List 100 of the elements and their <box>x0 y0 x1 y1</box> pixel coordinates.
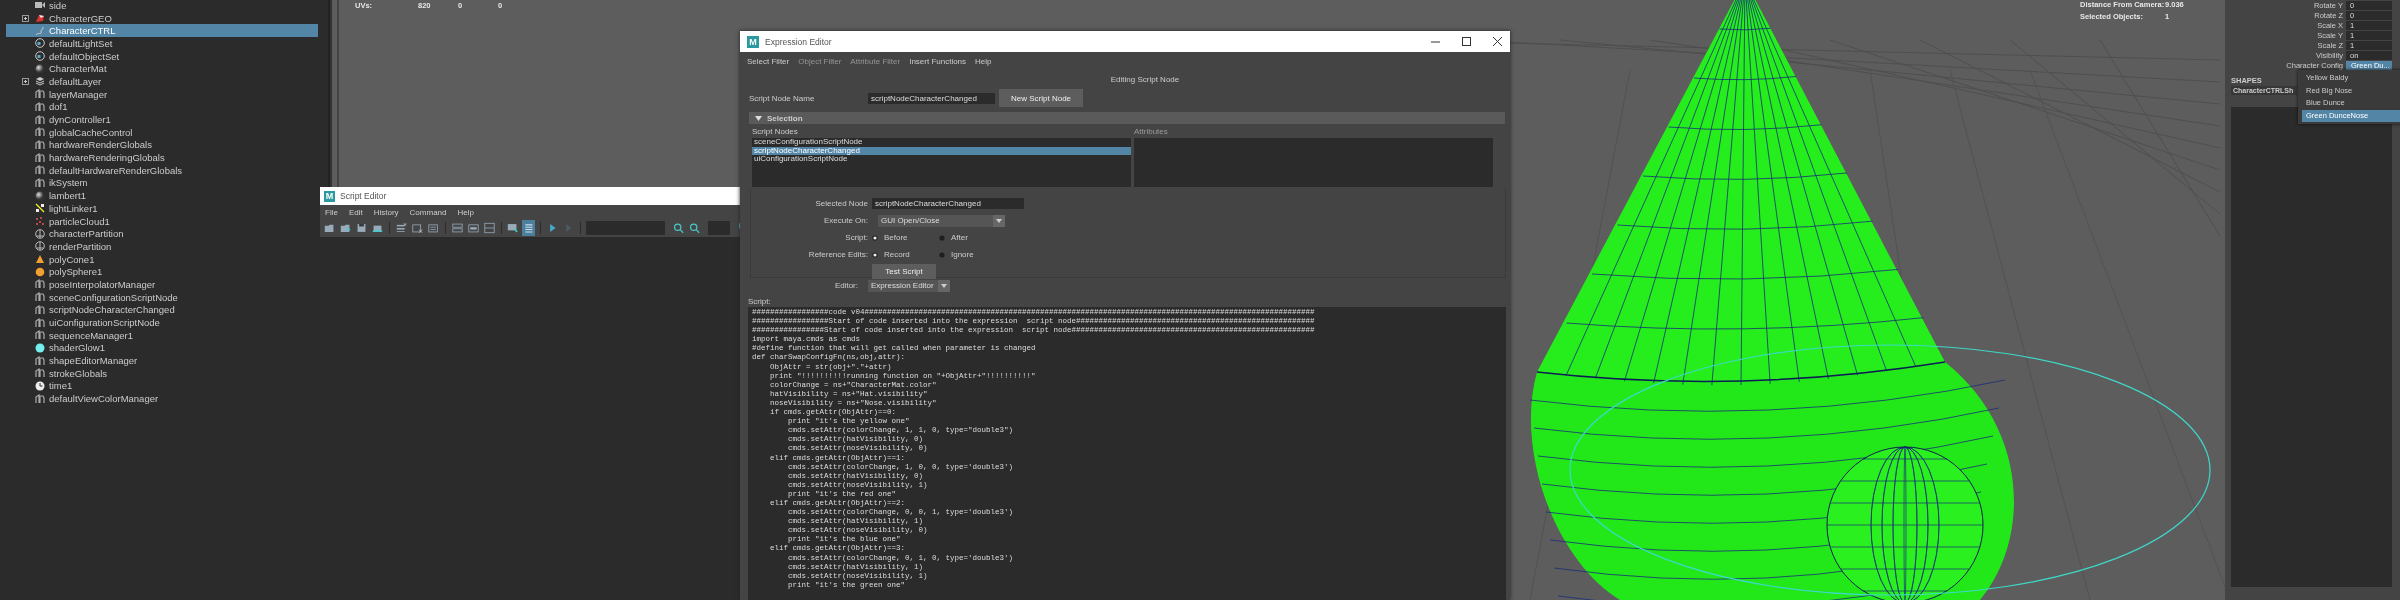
outliner-item[interactable]: CharacterGEO <box>6 11 318 25</box>
node-icon <box>35 177 45 188</box>
menu-item[interactable]: Select Filter <box>747 57 790 66</box>
radio-option[interactable]: Before <box>872 233 939 242</box>
window-title: Expression Editor <box>765 36 832 47</box>
field-label: Script Node Name <box>749 93 816 103</box>
outliner-item[interactable]: ikSystem <box>6 176 318 190</box>
triangle-icon[interactable] <box>755 114 762 122</box>
test-script-button[interactable]: Test Script <box>872 264 936 279</box>
outliner-item[interactable]: side <box>6 0 318 12</box>
outliner-item[interactable]: defaultLightSet <box>6 37 318 50</box>
expand-icon[interactable] <box>21 77 29 85</box>
execute-on-dropdown[interactable]: GUI Open/Close <box>878 214 1005 227</box>
field-label: Execute On: <box>822 216 868 225</box>
outliner-item[interactable]: polyCone1 <box>6 252 318 266</box>
node-icon <box>35 152 45 163</box>
layer-icon <box>35 76 45 87</box>
code-editor[interactable] <box>748 307 1506 600</box>
caret-icon <box>993 214 1005 227</box>
outliner-item[interactable]: CharacterMat <box>6 62 318 76</box>
control-curve[interactable] <box>1569 344 2211 596</box>
outliner-item[interactable]: defaultLayer <box>6 75 318 88</box>
outliner-item[interactable]: globalCacheControl <box>6 125 318 139</box>
zoom-icon[interactable] <box>671 220 685 236</box>
linker-icon <box>35 203 45 214</box>
menu-item[interactable]: Insert Functions <box>909 57 967 66</box>
outliner-item[interactable]: lambert1 <box>6 189 318 202</box>
outliner-item[interactable]: dof1 <box>6 100 318 114</box>
camera-icon <box>35 0 45 11</box>
editor-dropdown[interactable]: Expression Editor <box>868 279 950 292</box>
outliner-item[interactable]: polySphere1 <box>6 265 318 279</box>
outliner-item[interactable]: layerManager <box>6 87 318 101</box>
radio-option[interactable]: After <box>939 233 1006 242</box>
shaded-ball-icon <box>35 190 45 201</box>
outliner-item[interactable]: shapeEditorManager <box>6 354 318 367</box>
outliner-item[interactable]: strokeGlobals <box>6 366 318 380</box>
outliner-item[interactable]: characterPartition <box>6 227 318 241</box>
list-icon[interactable] <box>522 220 536 236</box>
script-label: Script: <box>748 297 771 306</box>
list-item[interactable]: sceneConfigurationScriptNode <box>752 138 1131 147</box>
node-icon <box>35 89 45 100</box>
search-field[interactable] <box>585 221 665 235</box>
section-header[interactable]: Selection <box>749 112 1505 124</box>
list-item[interactable]: uiConfigurationScriptNode <box>752 155 1131 164</box>
input-field[interactable] <box>707 221 730 235</box>
menu-item[interactable]: Help <box>975 57 992 66</box>
outliner-item[interactable]: CharacterCTRL <box>6 24 318 38</box>
node-icon <box>35 139 45 150</box>
node-icon <box>35 292 45 303</box>
node-icon <box>35 368 45 379</box>
outliner-item[interactable]: time1 <box>6 379 318 393</box>
menu-item[interactable]: File <box>325 207 338 217</box>
outliner-item[interactable]: defaultViewColorManager <box>6 392 318 405</box>
outliner-item[interactable]: dynController1 <box>6 113 318 126</box>
outliner-item[interactable]: particleCloud1 <box>6 214 318 228</box>
app-logo: M <box>747 35 759 48</box>
menu-item[interactable]: Command <box>409 207 447 217</box>
radio-option[interactable]: Ignore <box>939 250 1006 259</box>
node-icon <box>35 101 45 112</box>
outliner-item[interactable]: shaderGlow1 <box>6 341 318 355</box>
outliner-item[interactable]: defaultObjectSet <box>6 49 318 63</box>
node-icon <box>35 317 45 328</box>
app-logo: M <box>324 190 335 202</box>
close-icon[interactable] <box>1493 37 1502 46</box>
radio-option[interactable]: Record <box>872 250 939 259</box>
outliner-item[interactable]: hardwareRenderGlobals <box>6 138 318 152</box>
maximize-icon[interactable] <box>1462 37 1471 46</box>
field-label: Editor: <box>833 281 858 290</box>
node-icon <box>35 330 45 341</box>
outliner-item[interactable]: defaultHardwareRenderGlobals <box>6 163 318 177</box>
mesh-icon <box>35 13 45 24</box>
node-icon <box>35 304 45 315</box>
selected-node-field[interactable]: scriptNodeCharacterChanged <box>872 198 1024 209</box>
menu-item[interactable]: History <box>373 207 399 217</box>
layout-icon[interactable] <box>450 220 464 236</box>
outliner-item[interactable]: hardwareRenderingGlobals <box>6 151 318 164</box>
layout-icon[interactable] <box>482 220 496 236</box>
list-item[interactable]: scriptNodeCharacterChanged <box>752 146 1131 155</box>
list-label: Script Nodes <box>752 127 798 136</box>
zoom-icon[interactable] <box>687 220 701 236</box>
radio-icon[interactable] <box>872 234 878 241</box>
outliner-item[interactable]: renderPartition <box>6 240 318 253</box>
outliner-item[interactable]: sceneConfigurationScriptNode <box>6 290 318 304</box>
outliner-item[interactable]: sequenceManager1 <box>6 328 318 342</box>
field-label: Selected Node <box>814 199 868 208</box>
caret-icon <box>938 279 950 292</box>
outliner-item[interactable]: uiConfigurationScriptNode <box>6 316 318 329</box>
name-field[interactable]: scriptNodeCharacterChanged <box>868 92 995 104</box>
expand-icon[interactable] <box>21 14 29 22</box>
menu-item[interactable]: Edit <box>348 207 363 217</box>
radio-icon[interactable] <box>872 251 878 258</box>
field-label: Script: <box>844 233 868 242</box>
outliner-item[interactable]: lightLinker1 <box>6 202 318 215</box>
menu-item[interactable]: Help <box>457 207 474 217</box>
node-icon <box>35 393 45 404</box>
radio-icon[interactable] <box>939 234 945 241</box>
outliner-item[interactable]: scriptNodeCharacterChanged <box>6 303 318 317</box>
radio-icon[interactable] <box>939 251 945 258</box>
new-script-node-button[interactable]: New Script Node <box>999 89 1084 107</box>
outliner-item[interactable]: poseInterpolatorManager <box>6 278 318 291</box>
